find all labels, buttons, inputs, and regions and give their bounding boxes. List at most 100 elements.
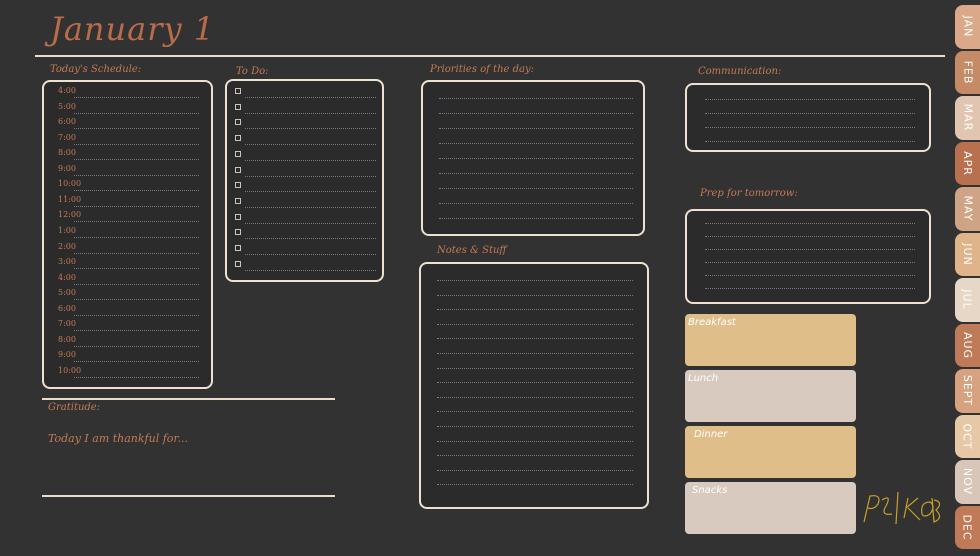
todo-checkbox[interactable] <box>235 197 241 204</box>
writing-line <box>439 98 633 99</box>
writing-line <box>74 268 199 270</box>
writing-line <box>437 323 633 325</box>
todo-label: To Do: <box>236 66 269 77</box>
writing-line <box>245 128 376 130</box>
gratitude-top-rule <box>42 398 335 400</box>
todo-checkbox[interactable] <box>235 166 241 173</box>
todo-checkbox[interactable] <box>235 119 241 126</box>
schedule-time: 6:00 <box>58 303 76 313</box>
writing-line <box>705 141 915 142</box>
month-tab-apr[interactable]: APR <box>955 141 980 185</box>
writing-line <box>437 382 633 384</box>
todo-checkbox[interactable] <box>235 88 241 94</box>
month-tab-label: FEB <box>960 60 974 85</box>
writing-line <box>439 158 633 159</box>
header-divider <box>35 55 945 57</box>
todo-checkbox[interactable] <box>235 245 241 251</box>
meal-label: Breakfast <box>688 317 736 328</box>
month-tab-sept[interactable]: SEPT <box>955 369 980 413</box>
writing-line <box>245 112 376 114</box>
todo-checkbox[interactable] <box>235 135 241 142</box>
writing-line <box>705 113 915 114</box>
writing-line <box>437 309 633 311</box>
writing-line <box>74 361 199 363</box>
schedule-time: 4:00 <box>58 86 76 95</box>
writing-line <box>74 376 199 378</box>
schedule-time: 10:00 <box>58 365 82 375</box>
schedule-time: 1:00 <box>58 225 76 235</box>
todo-checkbox[interactable] <box>235 182 241 189</box>
month-tab-jan[interactable]: JAN <box>955 5 980 49</box>
writing-line <box>74 236 199 238</box>
notes-box[interactable] <box>419 262 649 509</box>
communication-label: Communication: <box>698 66 782 77</box>
writing-line <box>74 330 199 332</box>
todo-checkbox[interactable] <box>235 213 241 220</box>
writing-line <box>74 112 199 114</box>
writing-line <box>439 188 633 189</box>
writing-line <box>74 205 199 207</box>
writing-line <box>437 280 633 281</box>
writing-line <box>74 143 199 145</box>
writing-line <box>439 203 633 204</box>
schedule-time: 12:00 <box>58 210 82 220</box>
communication-box[interactable] <box>685 83 931 152</box>
month-tab-may[interactable]: MAY <box>955 187 980 231</box>
writing-line <box>705 236 915 237</box>
writing-line <box>245 175 376 177</box>
prep-box[interactable] <box>685 209 931 304</box>
month-tab-label: DEC <box>961 514 975 541</box>
month-tab-jun[interactable]: JUN <box>955 232 980 276</box>
month-tab-oct[interactable]: OCT <box>955 414 980 458</box>
prep-label: Prep for tomorrow: <box>700 188 798 199</box>
writing-line <box>245 144 376 146</box>
schedule-time: 5:00 <box>58 101 76 111</box>
month-tab-feb[interactable]: FEB <box>955 50 980 94</box>
writing-line <box>245 269 376 271</box>
writing-line <box>245 191 376 193</box>
writing-line <box>439 218 633 219</box>
writing-line <box>705 262 915 263</box>
writing-line <box>705 127 915 128</box>
meal-lunch[interactable]: Lunch <box>685 370 856 422</box>
writing-line <box>437 396 633 398</box>
month-tab-label: NOV <box>961 468 974 496</box>
meal-dinner[interactable]: Dinner <box>685 426 856 478</box>
writing-line <box>74 345 199 347</box>
writing-line <box>74 299 199 301</box>
writing-line <box>245 206 376 208</box>
writing-line <box>705 223 915 224</box>
todo-checkbox[interactable] <box>235 260 241 267</box>
schedule-time: 4:00 <box>58 272 76 282</box>
signature-logo <box>860 488 944 534</box>
todo-checkbox[interactable] <box>235 150 241 157</box>
writing-line <box>437 455 633 457</box>
month-tab-aug[interactable]: AUG <box>955 323 980 367</box>
schedule-time: 9:00 <box>58 163 76 173</box>
writing-line <box>74 283 199 285</box>
todo-box[interactable] <box>225 79 384 282</box>
schedule-time: 7:00 <box>58 319 76 329</box>
schedule-time: 2:00 <box>58 241 76 251</box>
writing-line <box>245 238 376 240</box>
schedule-box[interactable]: 4:00 5:00 6:00 7:00 8:00 9:00 10:00 11:00 12:00 1… <box>42 80 213 389</box>
todo-checkbox[interactable] <box>235 103 241 110</box>
writing-line <box>437 411 633 413</box>
writing-line <box>437 338 633 340</box>
writing-line <box>439 173 633 174</box>
month-tab-dec[interactable]: DEC <box>955 505 980 549</box>
month-tab-label: JUL <box>961 289 974 310</box>
meal-breakfast[interactable]: Breakfast <box>685 314 856 366</box>
priorities-box[interactable] <box>421 80 645 236</box>
meal-label: Lunch <box>688 373 719 384</box>
writing-line <box>437 353 633 354</box>
month-tab-nov[interactable]: NOV <box>955 460 980 504</box>
month-tab-mar[interactable]: MAR <box>955 96 980 140</box>
schedule-time: 8:00 <box>58 148 76 158</box>
todo-checkbox[interactable] <box>235 229 241 236</box>
meal-snacks[interactable]: Snacks <box>685 482 856 534</box>
gratitude-bottom-rule <box>42 495 335 497</box>
month-tab-jul[interactable]: JUL <box>955 278 980 322</box>
schedule-time: 10:00 <box>58 179 82 189</box>
writing-line <box>74 221 199 223</box>
